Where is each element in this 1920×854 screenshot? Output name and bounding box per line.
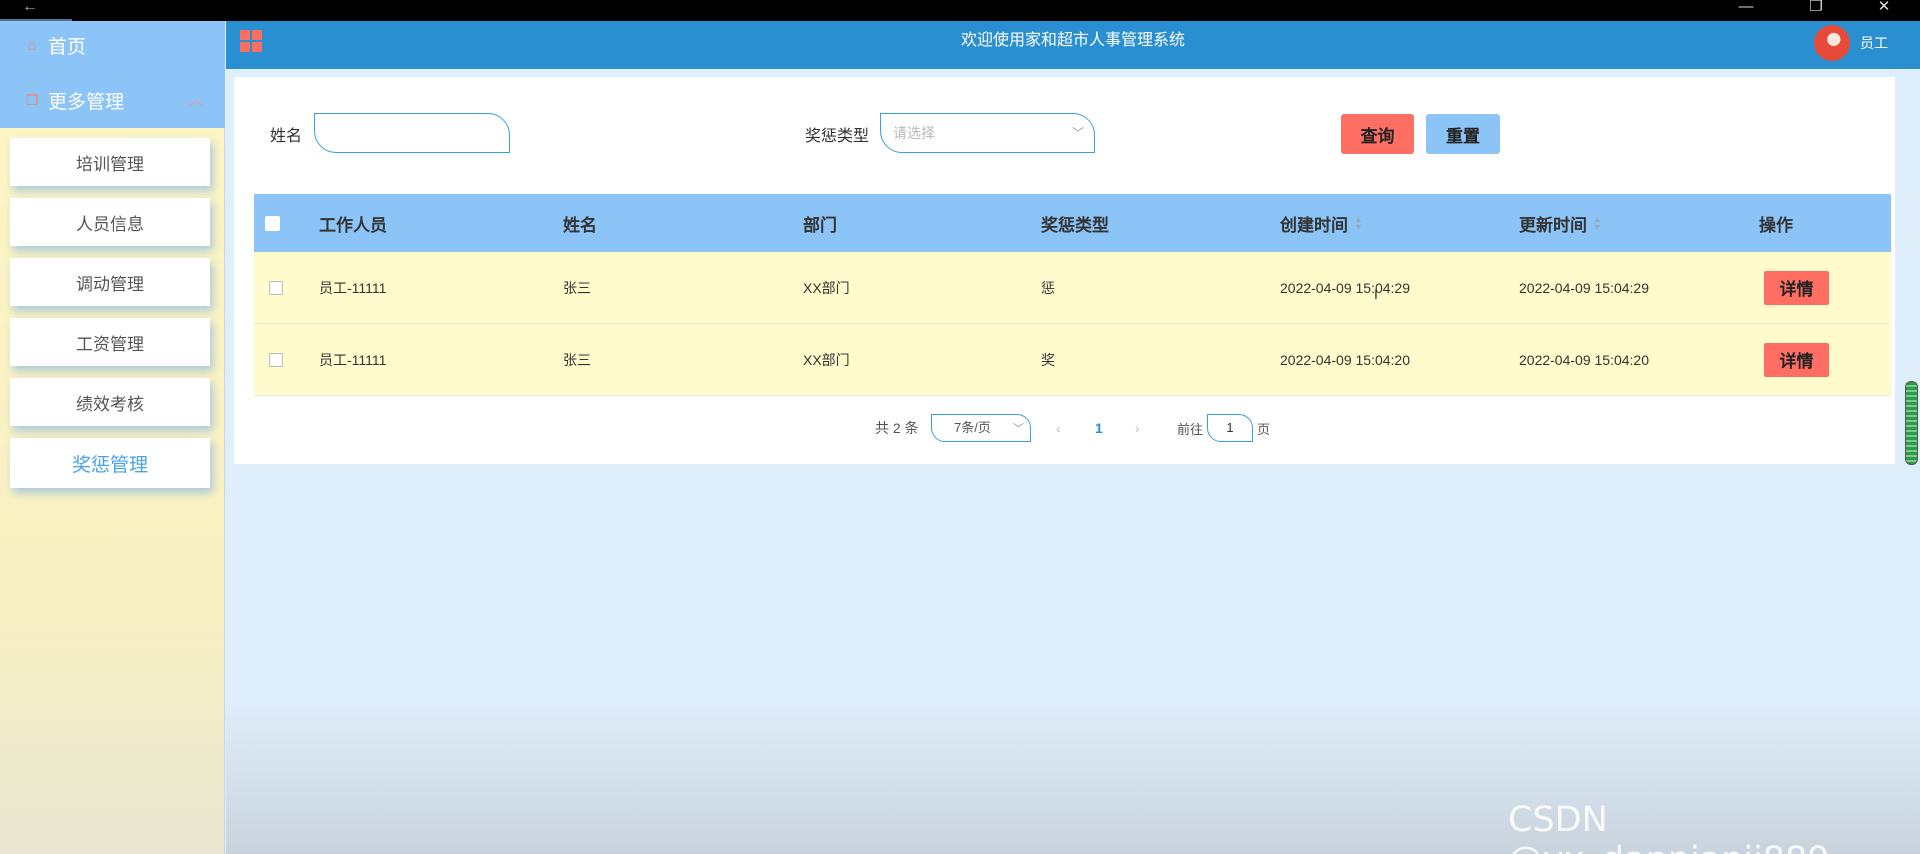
- page-suffix: 页: [1257, 421, 1271, 437]
- restore-icon[interactable]: ❐: [1796, 0, 1836, 16]
- cell-name: 张三: [563, 279, 591, 296]
- sort-icon[interactable]: ▲ ▼: [1593, 215, 1602, 232]
- close-icon[interactable]: ✕: [1864, 0, 1904, 16]
- sidebar-item-performance[interactable]: 绩效考核: [10, 378, 210, 426]
- goto-value: 1: [1207, 414, 1253, 442]
- detail-button[interactable]: 详情: [1764, 342, 1829, 377]
- cell-name: 张三: [563, 351, 591, 368]
- pagination-total: 共 2 条: [875, 420, 919, 436]
- column-header: 奖惩类型: [1041, 215, 1109, 235]
- name-label: 姓名: [270, 128, 303, 145]
- chevron-down-icon: ﹀: [1013, 423, 1024, 435]
- watermark: CSDN @vx_danpianji889: [1508, 800, 1830, 854]
- vertical-scrollbar[interactable]: [1905, 381, 1918, 465]
- page-title: 欢迎使用家和超市人事管理系统: [960, 32, 1185, 49]
- row-checkbox[interactable]: [269, 280, 283, 295]
- copy-icon: ❐: [25, 91, 39, 108]
- sidebar-home-label: 首页: [48, 36, 87, 58]
- row-checkbox[interactable]: [269, 352, 283, 367]
- cell-updated: 2022-04-09 15:04:20: [1519, 351, 1649, 368]
- chevron-up-icon: ︿: [189, 92, 203, 108]
- column-header-updated[interactable]: 更新时间 ▲ ▼: [1519, 194, 1602, 252]
- cell-worker: 员工-11111: [319, 351, 387, 368]
- window-titlebar: ← — ❐ ✕: [0, 0, 1920, 23]
- records-table: 工作人员 姓名 部门 奖惩类型 创建时间 ▲ ▼ 更新时间 ▲ ▼ 操作 员工-11…: [254, 194, 1891, 396]
- sidebar-item-training[interactable]: 培训管理: [10, 138, 210, 186]
- home-icon: ⌂: [27, 37, 37, 53]
- table-row: 员工-11111 张三 XX部门 奖 2022-04-09 15:04:20 2…: [254, 324, 1891, 396]
- cell-created: 2022-04-09 15:04:20: [1280, 351, 1410, 368]
- reward-type-label: 奖惩类型: [805, 128, 870, 145]
- sidebar-item-salary[interactable]: 工资管理: [10, 318, 210, 366]
- sidebar-item-label: 奖惩管理: [71, 454, 148, 476]
- column-header-label: 创建时间: [1280, 215, 1348, 235]
- minimize-icon[interactable]: —: [1726, 0, 1766, 16]
- cell-type: 奖: [1041, 351, 1055, 368]
- column-header: 操作: [1759, 215, 1793, 235]
- sidebar: ⌂ 首页 ❐ 更多管理 ︿ 培训管理 人员信息 调动管理 工资管理 绩效考核 奖…: [0, 21, 225, 854]
- goto-label: 前往: [1177, 421, 1204, 437]
- page-number-current[interactable]: 1: [1095, 414, 1103, 442]
- sidebar-item-more[interactable]: ❐ 更多管理 ︿: [24, 88, 203, 113]
- chevron-down-icon: ﹀: [1071, 126, 1084, 140]
- column-header-label: 更新时间: [1519, 215, 1587, 235]
- avatar[interactable]: [1814, 25, 1850, 61]
- sidebar-item-label: 工资管理: [76, 334, 144, 354]
- sidebar-more-label: 更多管理: [48, 91, 125, 113]
- user-name[interactable]: 员工: [1860, 33, 1888, 53]
- reward-type-placeholder: 请选择: [893, 125, 935, 141]
- cell-worker: 员工-11111: [319, 279, 387, 296]
- cell-created: 2022-04-09 15:04:29: [1280, 279, 1410, 296]
- sidebar-item-home[interactable]: ⌂ 首页: [24, 33, 87, 58]
- table-row: 员工-11111 张三 XX部门 惩 2022-04-09 15:04:29 2…: [254, 252, 1891, 324]
- query-button[interactable]: 查询: [1341, 114, 1414, 154]
- cell-type: 惩: [1041, 279, 1055, 296]
- prev-page-icon[interactable]: ‹: [1056, 414, 1061, 442]
- sidebar-item-transfer[interactable]: 调动管理: [10, 258, 210, 306]
- cell-dept: XX部门: [803, 351, 850, 368]
- table-header: 工作人员 姓名 部门 奖惩类型 创建时间 ▲ ▼ 更新时间 ▲ ▼ 操作: [254, 194, 1891, 252]
- name-input[interactable]: [314, 113, 510, 153]
- sidebar-item-personnel[interactable]: 人员信息: [10, 198, 210, 246]
- sort-icon[interactable]: ▲ ▼: [1354, 215, 1363, 232]
- reward-type-select[interactable]: 请选择 ﹀: [880, 113, 1095, 153]
- sidebar-item-label: 培训管理: [76, 154, 144, 174]
- top-header: 欢迎使用家和超市人事管理系统 员工: [226, 21, 1920, 69]
- sidebar-item-label: 绩效考核: [76, 394, 144, 414]
- column-header: 姓名: [563, 215, 597, 235]
- back-arrow-icon[interactable]: ←: [22, 0, 50, 15]
- reset-button[interactable]: 重置: [1426, 114, 1500, 154]
- sidebar-item-rewards[interactable]: 奖惩管理: [10, 438, 210, 488]
- column-header-created[interactable]: 创建时间 ▲ ▼: [1280, 194, 1363, 252]
- select-all-checkbox[interactable]: [265, 215, 280, 231]
- cell-dept: XX部门: [803, 279, 850, 296]
- detail-button[interactable]: 详情: [1764, 270, 1829, 305]
- sidebar-item-label: 人员信息: [76, 214, 144, 234]
- column-header: 部门: [803, 215, 837, 235]
- cell-updated: 2022-04-09 15:04:29: [1519, 279, 1649, 296]
- sidebar-item-label: 调动管理: [76, 274, 144, 294]
- next-page-icon[interactable]: ›: [1135, 414, 1140, 442]
- text-cursor-icon: I: [1374, 286, 1378, 302]
- sidebar-top: ⌂ 首页 ❐ 更多管理 ︿: [0, 21, 225, 128]
- column-header: 工作人员: [319, 215, 387, 235]
